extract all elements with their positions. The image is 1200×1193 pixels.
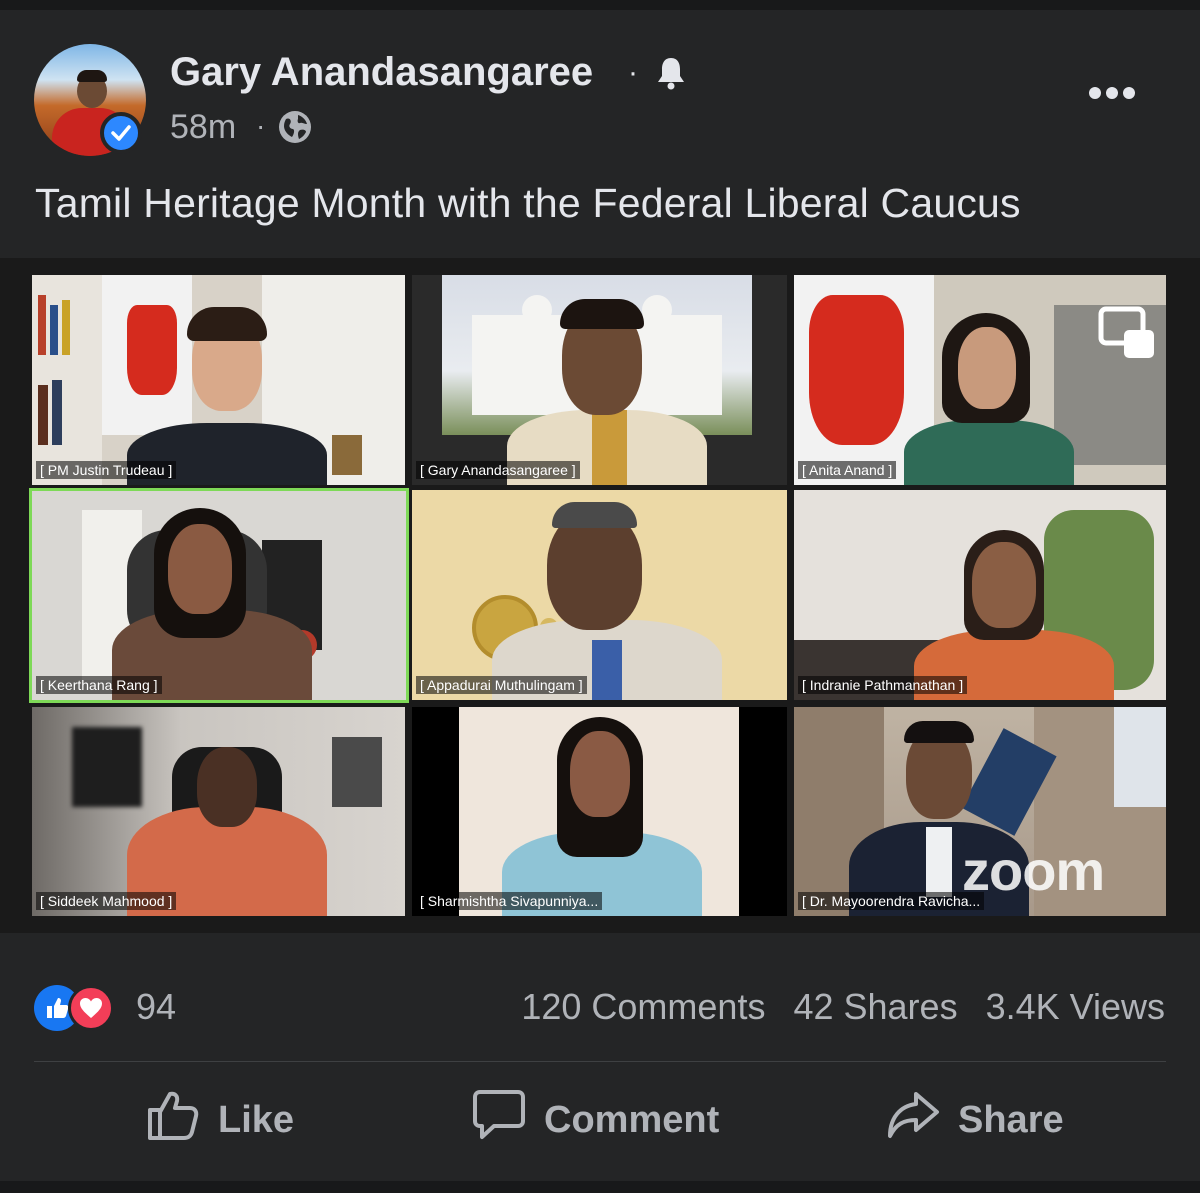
globe-icon bbox=[278, 110, 312, 149]
like-icon bbox=[146, 1088, 200, 1152]
participant-label: [ Anita Anand ] bbox=[798, 461, 897, 479]
divider bbox=[34, 1061, 1166, 1062]
shares-count[interactable]: 42 Shares bbox=[793, 986, 957, 1028]
separator-dot: · bbox=[628, 56, 638, 89]
comment-label: Comment bbox=[544, 1098, 720, 1141]
participant-label: [ Siddeek Mahmood ] bbox=[36, 892, 177, 910]
participant-label: [ Gary Anandasangaree ] bbox=[416, 461, 580, 479]
more-options-icon[interactable] bbox=[1088, 86, 1136, 105]
like-button[interactable]: Like bbox=[146, 1090, 294, 1150]
participant-tile: [ PM Justin Trudeau ] bbox=[32, 275, 405, 485]
share-icon bbox=[886, 1088, 940, 1152]
participant-label: [ Dr. Mayoorendra Ravicha... bbox=[798, 892, 985, 910]
participant-label: [ Keerthana Rang ] bbox=[36, 676, 162, 694]
author-name[interactable]: Gary Anandasangaree bbox=[170, 50, 593, 95]
share-button[interactable]: Share bbox=[886, 1090, 1064, 1150]
comment-button[interactable]: Comment bbox=[472, 1090, 719, 1150]
participant-tile: [ Sharmishtha Sivapunniya... bbox=[412, 707, 787, 916]
picture-in-picture-icon[interactable] bbox=[1098, 306, 1156, 365]
participant-tile: [ Keerthana Rang ] bbox=[32, 490, 407, 700]
love-reaction-icon bbox=[68, 985, 114, 1031]
zoom-watermark: zoom bbox=[962, 839, 1105, 902]
top-bar bbox=[0, 0, 1200, 10]
comment-icon bbox=[472, 1088, 526, 1152]
reactions-summary[interactable] bbox=[34, 985, 126, 1031]
post-timestamp[interactable]: 58m bbox=[170, 108, 236, 147]
participant-tile: [ Appadurai Muthulingam ] bbox=[412, 490, 787, 700]
participant-label: [ Sharmishtha Sivapunniya... bbox=[416, 892, 603, 910]
participant-tile: [ Indranie Pathmanathan ] bbox=[794, 490, 1166, 700]
participant-label: [ PM Justin Trudeau ] bbox=[36, 461, 177, 479]
participant-label: [ Indranie Pathmanathan ] bbox=[798, 676, 968, 694]
participant-label: [ Appadurai Muthulingam ] bbox=[416, 676, 587, 694]
reaction-count[interactable]: 94 bbox=[136, 986, 176, 1028]
separator-dot: · bbox=[256, 110, 266, 141]
bell-icon[interactable] bbox=[655, 56, 687, 95]
verified-badge-icon bbox=[100, 112, 142, 154]
participant-tile: [ Gary Anandasangaree ] bbox=[412, 275, 787, 485]
share-label: Share bbox=[958, 1098, 1064, 1141]
like-label: Like bbox=[218, 1098, 295, 1141]
views-count: 3.4K Views bbox=[985, 986, 1165, 1027]
participant-tile: [ Siddeek Mahmood ] bbox=[32, 707, 405, 916]
bottom-bar bbox=[0, 1181, 1200, 1193]
comments-count[interactable]: 120 Comments bbox=[521, 986, 765, 1028]
post-text: Tamil Heritage Month with the Federal Li… bbox=[35, 180, 1021, 226]
